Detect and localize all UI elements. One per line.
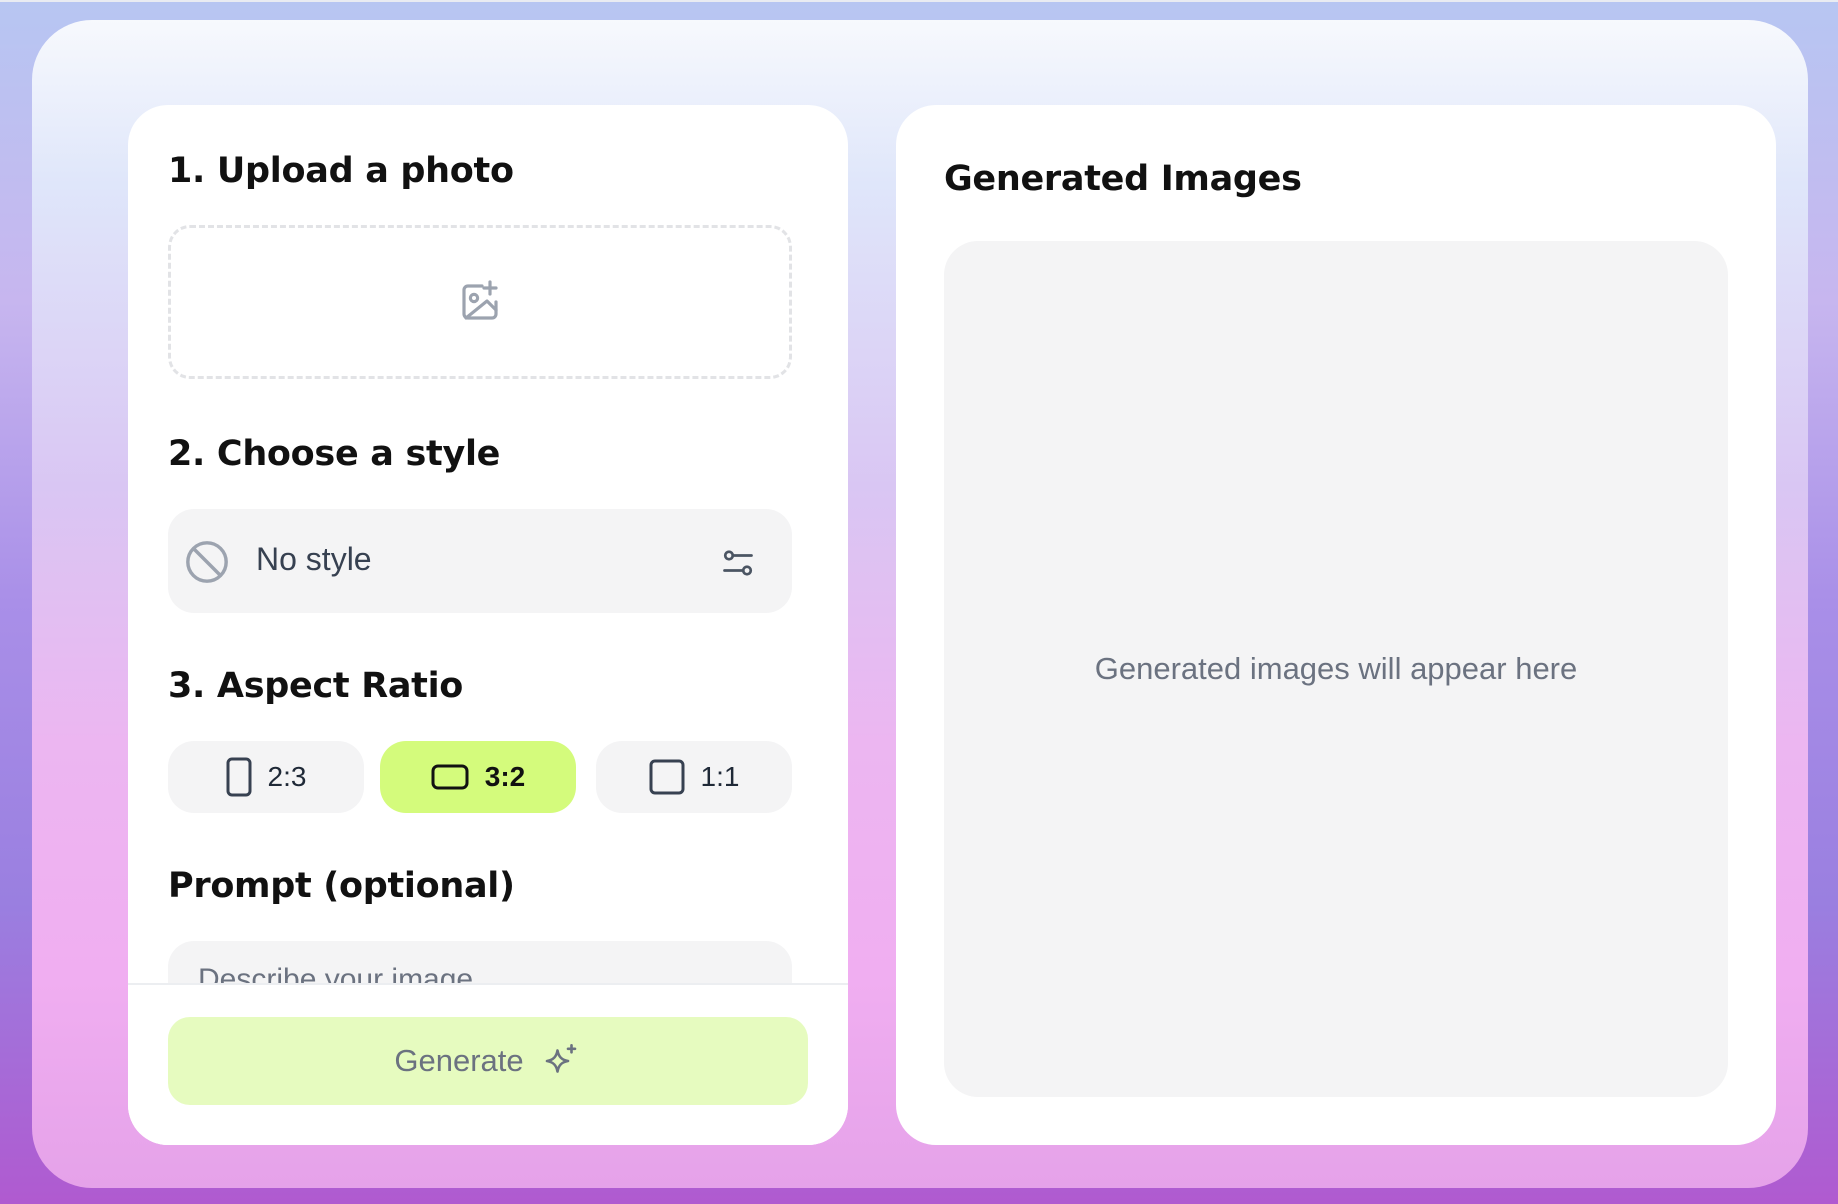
style-section-title: 2. Choose a style: [168, 434, 501, 474]
prompt-section-title: Prompt (optional): [168, 866, 515, 906]
form-footer: Generate: [128, 983, 848, 1145]
ratio-label: 3:2: [484, 761, 526, 792]
upload-section-title: 1. Upload a photo: [168, 151, 514, 191]
generate-button[interactable]: Generate: [168, 1017, 808, 1105]
generator-form-panel: 1. Upload a photo 2. Choose a style No s…: [128, 105, 848, 1145]
style-selector[interactable]: No style: [168, 509, 792, 613]
sparkles-icon: [545, 1043, 576, 1073]
ratio-option-2-3[interactable]: 2:3: [168, 741, 364, 813]
photo-upload-dropzone[interactable]: [168, 225, 792, 379]
adjustments-icon[interactable]: [720, 545, 756, 581]
results-title: Generated Images: [944, 159, 1302, 199]
results-panel: Generated Images Generated images will a…: [896, 105, 1776, 1145]
window-top-border: [0, 0, 1838, 2]
ban-icon: [186, 541, 228, 583]
app-frame: 1. Upload a photo 2. Choose a style No s…: [32, 20, 1808, 1188]
landscape-rect-icon: [431, 764, 469, 790]
aspect-ratio-section-title: 3. Aspect Ratio: [168, 666, 464, 706]
generated-images-area: Generated images will appear here: [944, 241, 1728, 1097]
square-icon: [649, 759, 685, 795]
portrait-rect-icon: [226, 757, 252, 797]
selected-style-label: No style: [256, 541, 372, 577]
generate-button-label: Generate: [394, 1043, 524, 1078]
image-plus-icon: [462, 280, 498, 320]
empty-state-text: Generated images will appear here: [1094, 651, 1578, 686]
ratio-label: 1:1: [700, 761, 740, 792]
ratio-option-1-1[interactable]: 1:1: [596, 741, 792, 813]
ratio-option-3-2[interactable]: 3:2: [380, 741, 576, 813]
ratio-label: 2:3: [267, 761, 307, 792]
